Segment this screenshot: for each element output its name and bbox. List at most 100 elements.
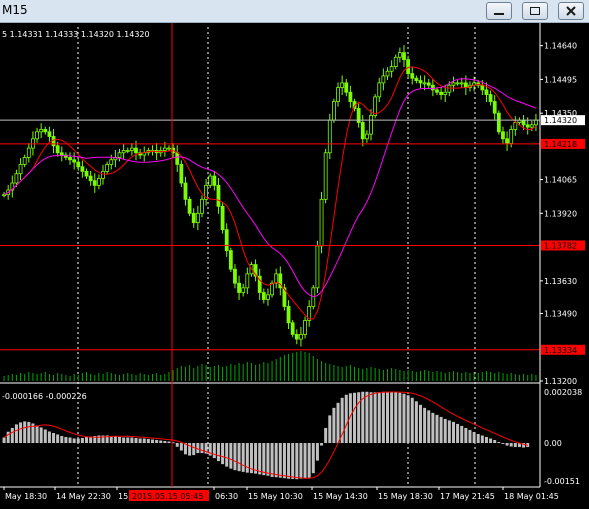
histogram-bar bbox=[72, 438, 76, 444]
candle-body bbox=[315, 245, 320, 289]
candle-body bbox=[439, 91, 444, 95]
candle-body bbox=[129, 147, 134, 151]
candle-body bbox=[2, 194, 6, 197]
price-label: 1.13490 bbox=[544, 309, 577, 318]
histogram-bar bbox=[497, 442, 501, 444]
histogram-bar bbox=[295, 443, 299, 480]
histogram-bar bbox=[291, 443, 295, 479]
restore-button[interactable] bbox=[522, 2, 548, 20]
candle-body bbox=[369, 115, 373, 135]
candle-body bbox=[121, 150, 126, 154]
candle-body bbox=[521, 119, 526, 126]
candle-body bbox=[435, 89, 439, 93]
histogram-bar bbox=[472, 431, 476, 444]
histogram-bar bbox=[328, 415, 332, 444]
histogram-bar bbox=[155, 440, 159, 444]
histogram-bar bbox=[192, 443, 196, 456]
histogram-bar bbox=[484, 436, 488, 444]
candle-body bbox=[88, 175, 93, 182]
time-label: May 18:30 bbox=[5, 492, 47, 501]
histogram-bar bbox=[23, 421, 27, 444]
time-label: 06:30 bbox=[215, 492, 238, 501]
candle-body bbox=[134, 147, 138, 154]
histogram-bar bbox=[35, 425, 39, 444]
histogram-bar bbox=[43, 429, 47, 444]
histogram-bar bbox=[97, 435, 101, 444]
candle-body bbox=[488, 94, 493, 102]
candle-body bbox=[92, 180, 97, 186]
histogram-bar bbox=[303, 443, 307, 479]
time-label: 15 May 18:30 bbox=[378, 492, 433, 501]
histogram-bar bbox=[402, 393, 406, 444]
candle-body bbox=[241, 287, 246, 293]
candle-body bbox=[183, 182, 188, 200]
candle-body bbox=[492, 101, 497, 114]
price-label: 1.14640 bbox=[544, 42, 577, 51]
candle-body bbox=[47, 131, 52, 137]
candle-body bbox=[187, 198, 192, 214]
window-title: M15 bbox=[2, 3, 28, 17]
histogram-bar bbox=[126, 437, 130, 444]
candle-body bbox=[261, 292, 266, 300]
time-label: 17 May 21:45 bbox=[440, 492, 495, 501]
close-icon bbox=[566, 6, 576, 16]
candle-body bbox=[22, 157, 27, 165]
candle-body bbox=[319, 198, 324, 247]
indicator-label: -0.00151 bbox=[544, 477, 580, 486]
current-price-label: 1.14320 bbox=[544, 116, 577, 125]
histogram-bar bbox=[118, 436, 122, 444]
histogram-bar bbox=[274, 443, 278, 478]
histogram-bar bbox=[282, 443, 286, 479]
candle-body bbox=[125, 150, 130, 152]
histogram-bar bbox=[299, 443, 303, 479]
histogram-bar bbox=[307, 443, 311, 478]
candle-body bbox=[459, 82, 464, 85]
histogram-bar bbox=[435, 414, 439, 444]
histogram-bar bbox=[468, 429, 472, 444]
close-button[interactable] bbox=[558, 2, 584, 20]
histogram-bar bbox=[394, 392, 398, 444]
restore-icon bbox=[530, 7, 540, 15]
price-label: 1.13920 bbox=[544, 209, 577, 218]
price-label: 1.13630 bbox=[544, 277, 577, 286]
histogram-bar bbox=[254, 443, 258, 474]
candle-body bbox=[529, 124, 534, 128]
horizontal-levels bbox=[0, 119, 540, 351]
candle-body bbox=[26, 147, 31, 158]
histogram-bar bbox=[258, 443, 262, 475]
chart-area[interactable]: 5 1.14331 1.14333 1.14320 1.14320 -0.000… bbox=[0, 23, 589, 509]
histogram-bar bbox=[373, 392, 377, 444]
histogram-bar bbox=[287, 443, 291, 479]
candle-body bbox=[101, 170, 105, 179]
histogram-bar bbox=[353, 392, 357, 444]
level-label: 1.14218 bbox=[544, 140, 577, 149]
histogram-bar bbox=[122, 437, 126, 444]
histogram-bar bbox=[270, 443, 274, 477]
minimize-button[interactable] bbox=[486, 2, 512, 20]
candle-body bbox=[327, 119, 332, 154]
candle-body bbox=[406, 59, 411, 74]
indicator-label: 0.002038 bbox=[544, 388, 582, 397]
indicator-info-text: -0.000166 -0.000226 bbox=[2, 392, 87, 401]
candle-body bbox=[212, 175, 217, 186]
candle-body bbox=[228, 250, 233, 270]
candle-body bbox=[179, 164, 184, 184]
candle-body bbox=[323, 152, 328, 200]
candle-body bbox=[84, 170, 89, 177]
candle-body bbox=[43, 129, 48, 133]
histogram-bar bbox=[431, 412, 435, 444]
candle-body bbox=[109, 159, 114, 165]
histogram-bar bbox=[134, 438, 138, 444]
histogram-bar bbox=[80, 438, 84, 444]
level-label: 1.13334 bbox=[544, 346, 577, 355]
candle-body bbox=[344, 82, 349, 93]
histogram-bar bbox=[332, 407, 336, 444]
candle-body bbox=[195, 212, 200, 224]
candle-body bbox=[505, 138, 509, 144]
price-info-text: 5 1.14331 1.14333 1.14320 1.14320 bbox=[2, 30, 150, 39]
histogram-bar bbox=[460, 425, 464, 444]
candle-body bbox=[501, 131, 505, 140]
candle-body bbox=[389, 66, 394, 72]
candle-body bbox=[426, 82, 431, 86]
histogram-bar bbox=[464, 427, 468, 444]
